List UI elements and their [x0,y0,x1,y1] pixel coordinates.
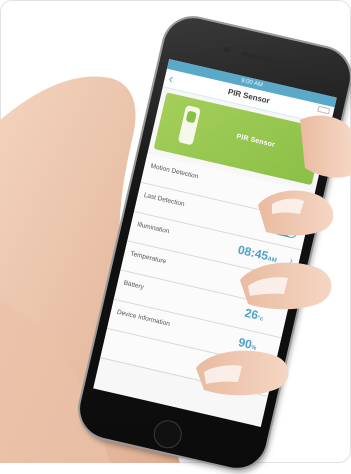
battery-value: 90% [237,335,258,353]
home-button[interactable] [151,417,185,451]
battery-unit: % [250,345,257,352]
sun-icon [251,278,268,295]
last-detection-time: 08:45AM [237,243,279,266]
pir-sensor-device-icon [178,105,201,145]
chevron-right-icon[interactable]: › [261,372,267,383]
temperature-unit: °c [257,316,264,323]
hero-label: PIR Sensor [236,133,276,149]
temperature-value: 26°c [243,306,265,324]
sensor-lens [186,111,197,124]
row-label: Temperature [130,250,167,265]
row-label: Battery [123,280,145,291]
motion-detection-toggle[interactable] [273,222,299,239]
front-camera [223,46,230,53]
settings-list: Motion Detection Last Detection Illumina… [100,153,315,396]
chevron-right-icon[interactable]: › [288,255,294,266]
row-label: Illumination [136,221,170,235]
row-label: Motion Detection [150,163,199,181]
time-value: 08:45 [237,243,270,264]
row-label: Device Information [116,309,170,328]
alert-icon: ! [240,368,253,381]
time-ampm: AM [267,256,277,264]
row-label: Last Detection [143,192,185,208]
earpiece-speaker [241,51,275,64]
